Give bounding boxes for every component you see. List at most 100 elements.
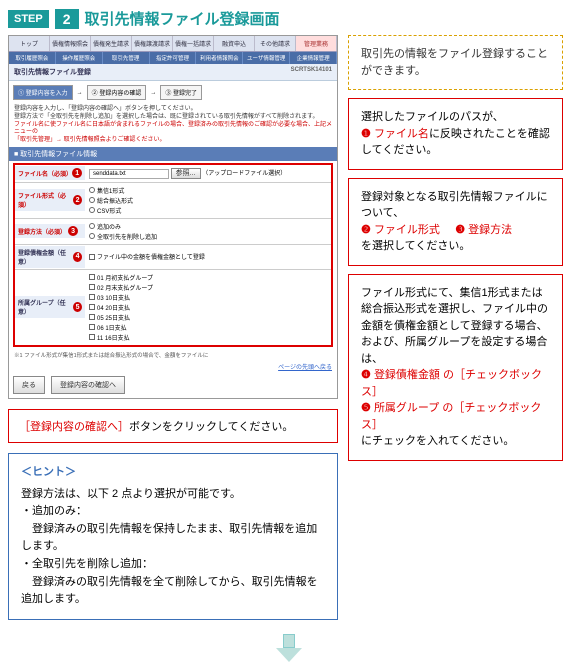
label-fileformat: ファイル形式（必須）2 <box>15 189 85 211</box>
app-window: トップ 債権情報照会 債権発生請求 債権譲渡請求 債権一括請求 融資申込 その他… <box>8 35 338 399</box>
flow-step-2: ② 登録内容の確認 <box>87 85 147 100</box>
desc-warning: 「取引先管理」→ 取引先情報照会よりご確認ください。 <box>14 137 332 145</box>
radio-method-2[interactable]: 全取引先を削除し追加 <box>89 232 327 241</box>
badge-ref-4: ❹ <box>361 369 371 381</box>
step-title: 取引先情報ファイル登録画面 <box>85 8 280 29</box>
sub-tabs: 取引履歴照会 操作履歴照会 取引先管理 指定許可管理 利用者情報照会 ユーザ情報… <box>9 52 337 64</box>
callout-emph: ［登録内容の確認へ］ <box>19 421 129 433</box>
subtab-2[interactable]: 取引先管理 <box>103 52 150 64</box>
subtab-5[interactable]: ユーザ情報管理 <box>243 52 290 64</box>
ref-text-1: ファイル名 <box>374 128 429 140</box>
browse-button[interactable]: 参照... <box>171 168 201 179</box>
filename-input[interactable]: senddata.txt <box>89 169 169 179</box>
top-tabs: トップ 債権情報照会 債権発生請求 債権譲渡請求 債権一括請求 融資申込 その他… <box>9 36 337 52</box>
check-group-3[interactable]: 03 10日支払 <box>89 293 327 302</box>
subtab-0[interactable]: 取引履歴照会 <box>9 52 56 64</box>
badge-1: 1 <box>72 168 82 178</box>
check-group-4[interactable]: 04 20日支払 <box>89 303 327 312</box>
callout-text: ボタンをクリックしてください。 <box>129 421 293 433</box>
arrow-down-icon <box>276 634 302 664</box>
form-area: ファイル名（必須）1 senddata.txt 参照... （アップロードファイ… <box>13 163 333 347</box>
tab-ikkatsu[interactable]: 債権一括請求 <box>173 36 214 51</box>
subtab-3[interactable]: 指定許可管理 <box>150 52 197 64</box>
note-line: 選択したファイルのパスが、 <box>361 111 504 123</box>
hint-item-1-body: 登録済みの取引先情報を保持したまま、取引先情報を追加します。 <box>21 521 325 556</box>
badge-ref-3: ❸ <box>455 224 465 236</box>
radio-format-1[interactable]: 集信1形式 <box>89 186 327 195</box>
flow-step-3: ③ 登録完了 <box>160 85 202 100</box>
tab-hassei[interactable]: 債権発生請求 <box>91 36 132 51</box>
badge-ref-5: ❺ <box>361 402 371 414</box>
note-line: にチェックを入れてください。 <box>361 435 514 447</box>
label-amount: 登録債権金額（任意）4 <box>15 246 85 268</box>
desc-warning: ファイル名に使ファイル名に日本語が含まれるファイルの場合、登録済みの取引先情報の… <box>14 122 332 138</box>
check-group-6[interactable]: 06 1日支払 <box>89 323 327 332</box>
page-top-link[interactable]: ページの先頭へ戻る <box>278 365 332 371</box>
check-group-1[interactable]: 01 月初支払グループ <box>89 273 327 282</box>
section-title: 取引先情報ファイル登録 <box>14 69 91 76</box>
hint-box: ＜ヒント＞ 登録方法は、以下 2 点より選択が可能です。 ・追加のみ： 登録済み… <box>8 453 338 620</box>
tab-yushi[interactable]: 融資申込 <box>214 36 255 51</box>
badge-ref-2: ❷ <box>361 224 371 236</box>
tab-kanri[interactable]: 管理業務 <box>296 36 337 51</box>
row-filename: ファイル名（必須）1 senddata.txt 参照... （アップロードファイ… <box>15 165 331 183</box>
badge-3: 3 <box>68 226 78 236</box>
row-group: 所属グループ（任意）5 01 月初支払グループ 02 月末支払グループ 03 1… <box>15 270 331 345</box>
confirm-button[interactable]: 登録内容の確認へ <box>51 376 125 394</box>
ref-text-5: 所属グループ <box>374 402 439 414</box>
label-group: 所属グループ（任意）5 <box>15 296 85 318</box>
ref-text-3: 登録方法 <box>468 224 512 236</box>
check-group-5[interactable]: 05 25日支払 <box>89 313 327 322</box>
flow-arrow-icon: → <box>150 90 156 96</box>
note-line: 登録対象となる取引先情報ファイルについて、 <box>361 191 548 220</box>
step-number: 2 <box>55 9 79 29</box>
back-button[interactable]: 戻る <box>13 376 45 394</box>
check-group-2[interactable]: 02 月末支払グループ <box>89 283 327 292</box>
label-method: 登録方法（必須）3 <box>15 224 85 238</box>
tab-saiken-shokai[interactable]: 債権情報照会 <box>50 36 91 51</box>
hint-item-1-title: ・追加のみ： <box>21 503 325 521</box>
note-line: ファイル形式にて、集信1形式または総合振込形式を選択し、ファイル中の金額を債権金… <box>361 287 548 365</box>
row-method: 登録方法（必須）3 追加のみ 全取引先を削除し追加 <box>15 219 331 245</box>
row-fileformat: ファイル形式（必須）2 集信1形式 総合振込形式 CSV形式 <box>15 183 331 219</box>
hint-lead: 登録方法は、以下 2 点より選択が可能です。 <box>21 486 325 504</box>
screen-id: SCRTSK14101 <box>291 67 332 73</box>
desc-line: 登録内容を入力し、「登録内容の確認へ」ボタンを押してください。 <box>14 106 332 114</box>
note-text: 取引先の情報をファイル登録することができます。 <box>361 48 548 77</box>
callout-confirm: ［登録内容の確認へ］ボタンをクリックしてください。 <box>8 409 338 443</box>
subtab-6[interactable]: 企業情報管理 <box>290 52 337 64</box>
note-line: を選択してください。 <box>361 240 470 252</box>
hint-item-2-body: 登録済みの取引先情報を全て削除してから、取引先情報を追加します。 <box>21 574 325 609</box>
footnote: ※1 ファイル形式が集信1形式または総合振込形式の場合で、金額をファイルに <box>9 349 337 361</box>
subtab-4[interactable]: 利用者情報照会 <box>196 52 243 64</box>
desc-line: 登録方法で「全取引先を削除し追加」を選択した場合は、既に登録されている取引先情報… <box>14 114 332 122</box>
step-header: STEP 2 取引先情報ファイル登録画面 <box>8 8 570 29</box>
flow-step-1: ① 登録内容を入力 <box>13 85 73 100</box>
subtab-1[interactable]: 操作履歴照会 <box>56 52 103 64</box>
tab-sonota[interactable]: その他請求 <box>255 36 296 51</box>
radio-method-1[interactable]: 追加のみ <box>89 222 327 231</box>
check-amount[interactable]: ファイル中の金額を債権金額として登録 <box>89 252 327 261</box>
badge-ref-1: ❶ <box>361 128 371 140</box>
tab-joto[interactable]: 債権譲渡請求 <box>132 36 173 51</box>
row-amount: 登録債権金額（任意）4 ファイル中の金額を債権金額として登録 <box>15 245 331 270</box>
badge-2: 2 <box>73 195 82 205</box>
flow-steps: ① 登録内容を入力 → ② 登録内容の確認 → ③ 登録完了 <box>9 81 337 104</box>
step-label: STEP <box>8 10 49 28</box>
tab-top[interactable]: トップ <box>9 36 50 51</box>
footer-buttons: 戻る 登録内容の確認へ <box>9 372 337 398</box>
panel-title: ■ 取引先情報ファイル情報 <box>9 147 337 161</box>
note-format-method: 登録対象となる取引先情報ファイルについて、 ❷ ファイル形式 ❸ 登録方法 を選… <box>348 178 563 266</box>
section-header: 取引先情報ファイル登録 SCRTSK14101 <box>9 64 337 81</box>
check-group-7[interactable]: 11 16日支払 <box>89 333 327 342</box>
radio-format-3[interactable]: CSV形式 <box>89 206 327 215</box>
flow-arrow-icon: → <box>77 90 83 96</box>
upload-hint: （アップロードファイル選択） <box>202 171 286 177</box>
description-text: 登録内容を入力し、「登録内容の確認へ」ボタンを押してください。 登録方法で「全取… <box>9 104 337 147</box>
note-intro: 取引先の情報をファイル登録することができます。 <box>348 35 563 90</box>
ref-text-2: ファイル形式 <box>374 224 440 236</box>
hint-title: ＜ヒント＞ <box>21 464 325 482</box>
badge-4: 4 <box>73 252 82 262</box>
hint-item-2-title: ・全取引先を削除し追加： <box>21 556 325 574</box>
radio-format-2[interactable]: 総合振込形式 <box>89 196 327 205</box>
